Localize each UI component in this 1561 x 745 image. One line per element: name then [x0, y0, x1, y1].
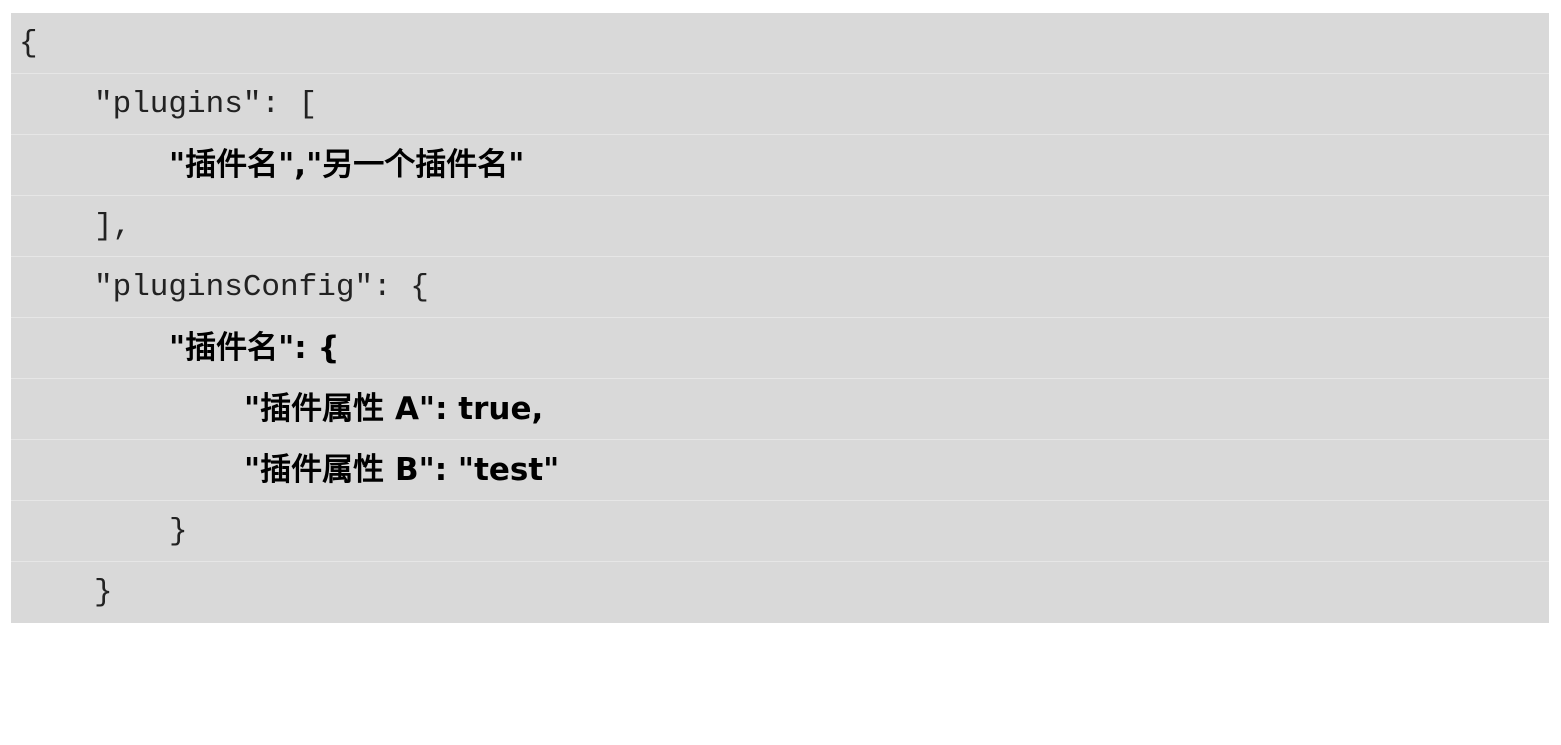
code-line-text: "plugins": [: [94, 87, 318, 122]
code-line: }: [11, 562, 1549, 623]
code-block: { "plugins": [ "插件名","另一个插件名" ], "plugin…: [11, 13, 1549, 623]
code-line-text: }: [169, 514, 188, 549]
code-line: }: [11, 501, 1549, 562]
code-line-text: ],: [94, 209, 132, 244]
code-line-text: {: [19, 26, 38, 61]
code-line-text: "插件名","另一个插件名": [169, 147, 525, 183]
code-line-text: }: [94, 575, 113, 610]
code-line: "插件属性 A": true,: [11, 379, 1549, 440]
code-line-text: "插件属性 B": "test": [244, 452, 560, 488]
code-line: "插件属性 B": "test": [11, 440, 1549, 501]
code-line-text: "插件属性 A": true,: [244, 391, 544, 427]
code-line: "插件名","另一个插件名": [11, 135, 1549, 196]
code-line: "pluginsConfig": {: [11, 257, 1549, 318]
code-line-text: "插件名": {: [169, 330, 340, 366]
code-line: ],: [11, 196, 1549, 257]
code-line-text: "pluginsConfig": {: [94, 270, 429, 305]
code-line: "plugins": [: [11, 74, 1549, 135]
code-line: {: [11, 13, 1549, 74]
code-line: "插件名": {: [11, 318, 1549, 379]
